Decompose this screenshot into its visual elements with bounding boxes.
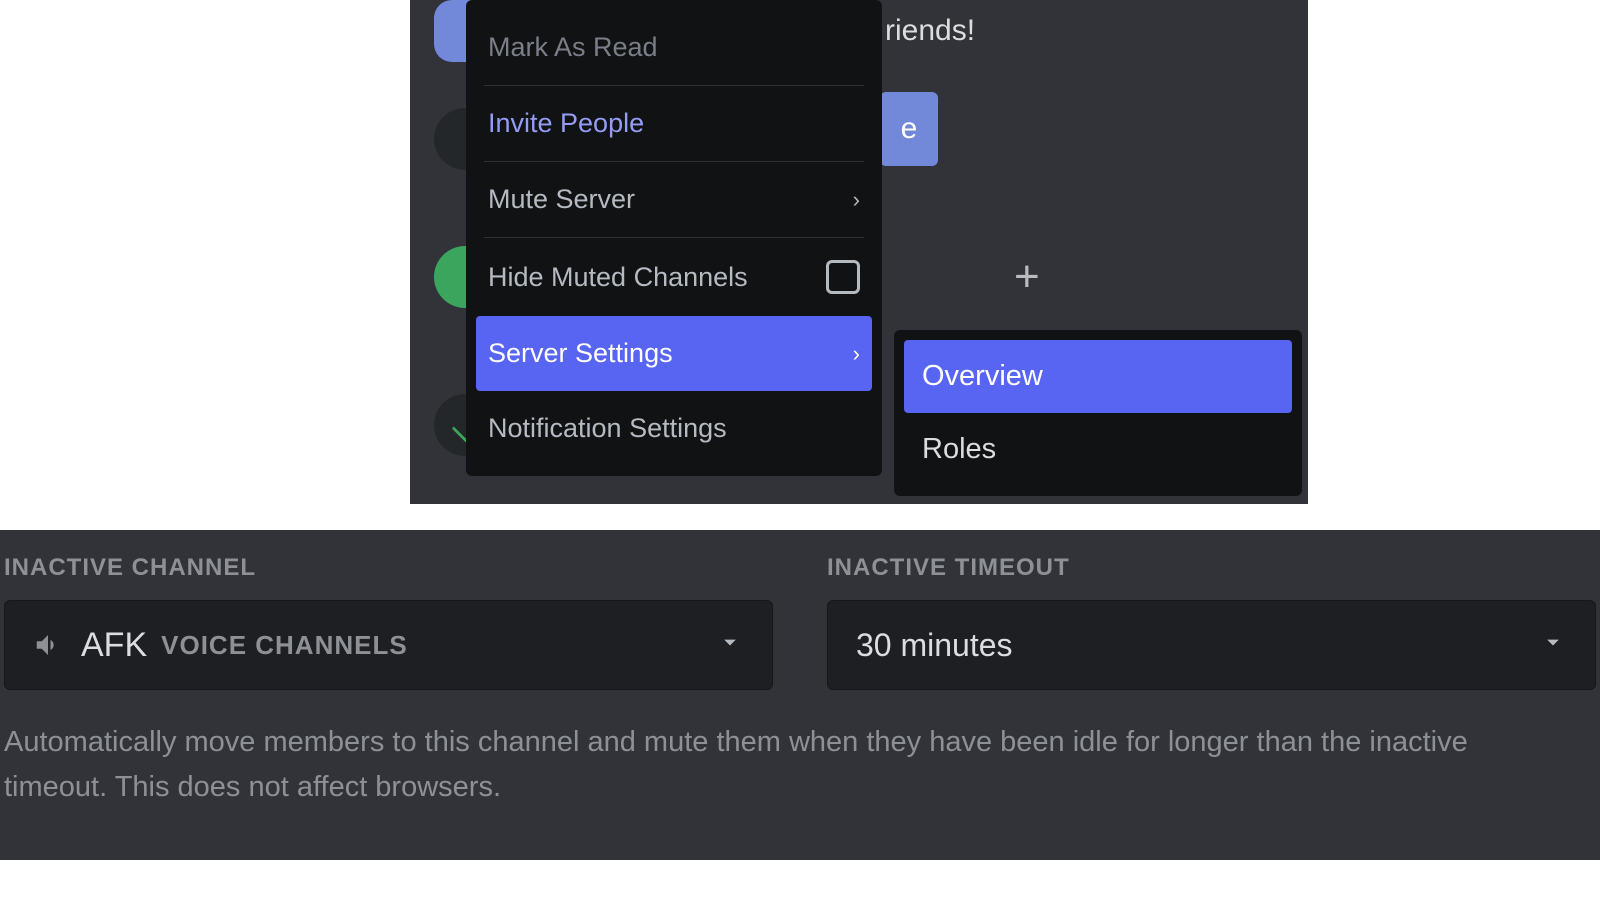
submenu-roles[interactable]: Roles [904, 413, 1292, 486]
speaker-icon [33, 630, 63, 660]
menu-item-label: Notification Settings [488, 413, 727, 444]
chevron-right-icon: › [853, 341, 860, 367]
menu-mark-as-read: Mark As Read [476, 10, 872, 85]
chevron-right-icon: › [853, 187, 860, 213]
menu-item-label: Invite People [488, 108, 644, 139]
inactive-helper-text: Automatically move members to this chann… [0, 720, 1528, 810]
menu-item-label: Server Settings [488, 338, 673, 369]
menu-item-label: Mark As Read [488, 32, 658, 63]
submenu-overview[interactable]: Overview [904, 340, 1292, 413]
menu-item-label: Hide Muted Channels [488, 262, 748, 293]
server-settings-submenu: Overview Roles [894, 330, 1302, 496]
inactive-timeout-label: INACTIVE TIMEOUT [827, 554, 1596, 582]
menu-mute-server[interactable]: Mute Server › [476, 162, 872, 237]
partial-text: riends! [885, 14, 975, 48]
chevron-down-icon [1539, 627, 1567, 664]
menu-server-settings[interactable]: Server Settings › [476, 316, 872, 391]
inactive-channel-label: INACTIVE CHANNEL [4, 554, 773, 582]
inactive-timeout-value: 30 minutes [856, 627, 1013, 664]
menu-invite-people[interactable]: Invite People [476, 86, 872, 161]
chevron-down-icon [716, 627, 744, 664]
inactive-channel-category: VOICE CHANNELS [161, 630, 408, 661]
partial-primary-button[interactable]: e [880, 92, 938, 166]
server-context-menu: Mark As Read Invite People Mute Server ›… [466, 0, 882, 476]
checkbox-icon[interactable] [826, 260, 860, 294]
inactive-timeout-select[interactable]: 30 minutes [827, 600, 1596, 690]
menu-notification-settings[interactable]: Notification Settings [476, 391, 872, 466]
menu-hide-muted-channels[interactable]: Hide Muted Channels [476, 238, 872, 316]
inactive-channel-select[interactable]: AFK VOICE CHANNELS [4, 600, 773, 690]
menu-item-label: Mute Server [488, 184, 635, 215]
inactive-channel-value: AFK [81, 626, 147, 665]
add-icon[interactable]: + [1014, 252, 1040, 302]
inactive-settings-section: INACTIVE CHANNEL AFK VOICE CHANNELS INAC… [0, 530, 1600, 860]
